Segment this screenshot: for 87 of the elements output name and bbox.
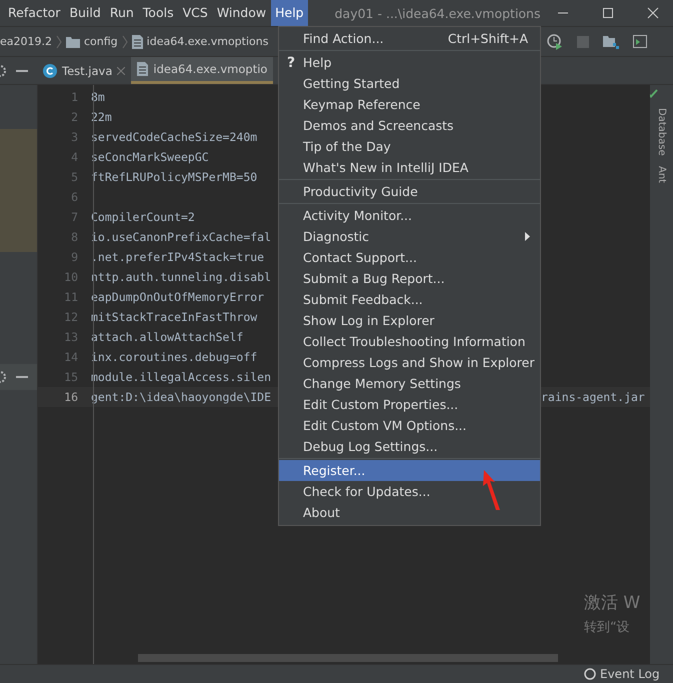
menu-item[interactable]: Getting Started: [279, 73, 540, 94]
file-icon: [132, 34, 143, 48]
menu-item[interactable]: ? Help: [279, 52, 540, 73]
menu-item[interactable]: About: [279, 502, 540, 523]
menu-item[interactable]: Contact Support...: [279, 247, 540, 268]
scrollbar[interactable]: [138, 654, 558, 662]
menu-item[interactable]: Activity Monitor...: [279, 205, 540, 226]
menu-item[interactable]: Check for Updates...: [279, 481, 540, 502]
line-number: 4: [70, 150, 79, 164]
line-number: 7: [70, 210, 79, 224]
code-line: rains-agent.jar: [541, 390, 645, 404]
profiler-icon[interactable]: [547, 34, 563, 50]
code-line: attach.allowAttachSelf: [91, 330, 244, 344]
code-line: CompilerCount=2: [91, 210, 195, 224]
line-number: 16: [63, 390, 79, 404]
line-number: 5: [70, 170, 79, 184]
line-number: 12: [63, 310, 79, 324]
menu-item[interactable]: What's New in IntelliJ IDEA: [279, 157, 540, 178]
menu-item[interactable]: Help: [271, 0, 308, 26]
menu-item[interactable]: Change Memory Settings: [279, 373, 540, 394]
line-number: 11: [63, 290, 79, 304]
maximize-icon[interactable]: [602, 7, 614, 19]
project-structure-icon[interactable]: [603, 34, 619, 48]
menu-item[interactable]: Submit Feedback...: [279, 289, 540, 310]
menu-item[interactable]: Productivity Guide: [279, 181, 540, 202]
code-line: .net.preferIPv4Stack=true: [91, 250, 264, 264]
line-number: 8: [70, 230, 79, 244]
menu-item[interactable]: Submit a Bug Report...: [279, 268, 540, 289]
activation-notice: 激活 W: [584, 592, 642, 614]
menu-item[interactable]: Demos and Screencasts: [279, 115, 540, 136]
code-line: mitStackTraceInFastThrow: [91, 310, 258, 324]
code-line: inx.coroutines.debug=off: [91, 350, 258, 364]
code-line: io.useCanonPrefixCache=fal: [91, 230, 272, 244]
editor-tab[interactable]: idea64.exe.vmoptio: [131, 57, 274, 84]
menu-item[interactable]: Collect Troubleshooting Information: [279, 331, 540, 352]
folder-icon: [66, 36, 80, 48]
menu-item[interactable]: Tip of the Day: [279, 136, 540, 157]
menu-item[interactable]: Register...: [279, 460, 540, 481]
code-line: servedCodeCacheSize=240m: [91, 130, 258, 144]
terminal-icon[interactable]: [633, 35, 647, 48]
line-number: 6: [70, 190, 79, 204]
line-number: 14: [63, 350, 79, 364]
menu-item[interactable]: VCS: [178, 0, 212, 26]
breadcrumb-item[interactable]: ea2019.2: [0, 35, 52, 48]
menu-item[interactable]: Edit Custom Properties...: [279, 394, 540, 415]
menu-item[interactable]: Keymap Reference: [279, 94, 540, 115]
check-icon: [647, 89, 658, 98]
side-tab[interactable]: Database: [656, 108, 667, 156]
line-number: 9: [70, 250, 79, 264]
line-number: 2: [70, 110, 79, 124]
code-line: eapDumpOnOutOfMemoryError: [91, 290, 264, 304]
line-number: 10: [63, 270, 79, 284]
breadcrumb-item[interactable]: config: [84, 35, 118, 48]
event-log-button[interactable]: Event Log: [600, 667, 660, 681]
breadcrumb-item[interactable]: idea64.exe.vmoptions: [146, 35, 268, 48]
file-icon: [137, 62, 148, 76]
menu-item[interactable]: Debug Log Settings...: [279, 436, 540, 457]
code-line: module.illegalAccess.silen: [91, 370, 272, 384]
class-icon: [43, 64, 57, 78]
code-line: ftRefLRUPolicyMSPerMB=50: [91, 170, 258, 184]
shortcut: Ctrl+Shift+A: [448, 31, 529, 46]
line-number: 13: [63, 330, 79, 344]
menu-item[interactable]: Show Log in Explorer: [279, 310, 540, 331]
line-number: 15: [63, 370, 79, 384]
menu-item[interactable]: Run: [106, 0, 138, 26]
menu-item[interactable]: Build: [65, 0, 105, 26]
window-title: day01 - ...\idea64.exe.vmoptions: [334, 6, 540, 20]
line-number: 1: [70, 90, 79, 104]
menu-item[interactable]: Compress Logs and Show in Explorer: [279, 352, 540, 373]
minimize-icon[interactable]: [16, 70, 28, 72]
close-icon[interactable]: [647, 7, 659, 19]
help-icon: ?: [286, 54, 296, 70]
menu-item[interactable]: Tools: [138, 0, 178, 26]
menu-item[interactable]: Find Action... Ctrl+Shift+A: [279, 28, 540, 49]
menu-item[interactable]: Refactor: [4, 0, 64, 26]
editor-tab[interactable]: Test.java: [37, 57, 132, 84]
code-line: nttp.auth.tunneling.disabl: [91, 270, 272, 284]
side-tab[interactable]: Ant: [656, 166, 667, 183]
activation-notice: 转到“设: [584, 619, 631, 636]
chevron-icon: [56, 34, 62, 48]
line-number: 3: [70, 130, 79, 144]
menu-item[interactable]: Window: [212, 0, 270, 26]
code-line: seConcMarkSweepGC: [91, 150, 209, 164]
menu-item[interactable]: Diagnostic: [279, 226, 540, 247]
code-line: gent:D:\idea\haoyongde\IDE: [91, 390, 272, 404]
menu-item[interactable]: Edit Custom VM Options...: [279, 415, 540, 436]
chevron-icon: [122, 34, 128, 48]
